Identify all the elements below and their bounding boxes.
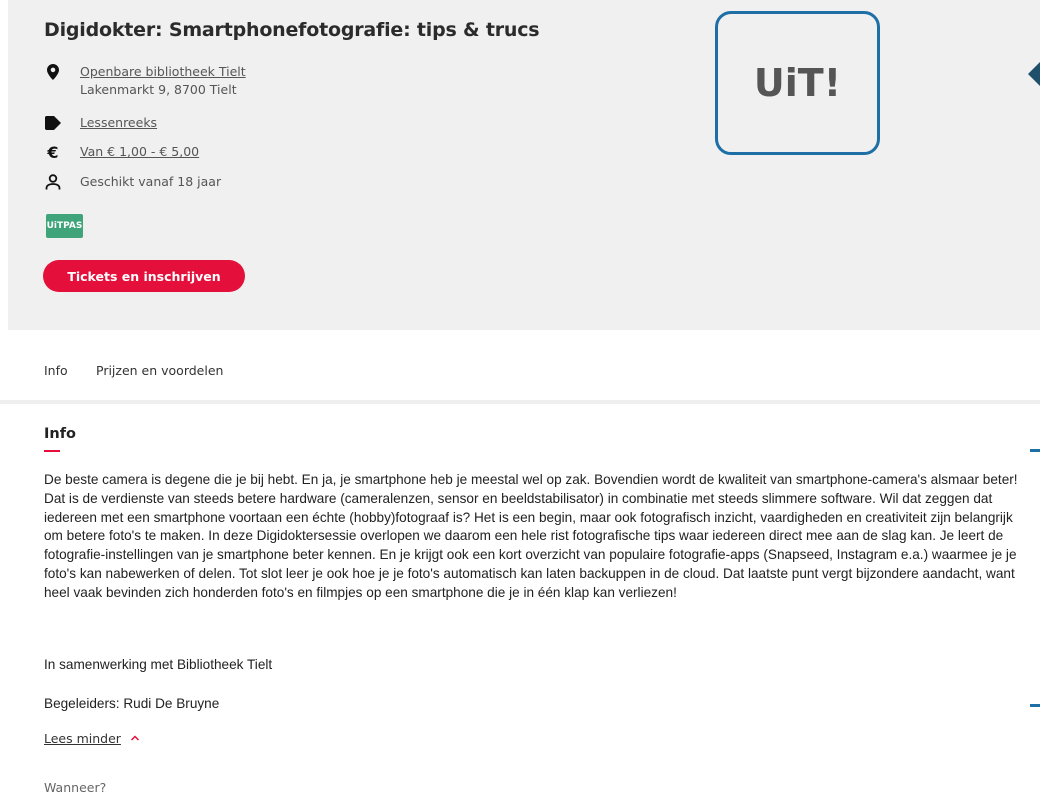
tab-prijzen[interactable]: Prijzen en voordelen: [96, 363, 223, 378]
info-heading: Info: [44, 426, 76, 442]
price-link[interactable]: Van € 1,00 - € 5,00: [80, 143, 199, 161]
location-address: Lakenmarkt 9, 8700 Tielt: [80, 82, 237, 97]
location-row: Openbare bibliotheek Tielt Lakenmarkt 9,…: [44, 63, 246, 99]
info-description: De beste camera is degene die je bij heb…: [44, 472, 1018, 600]
category-link[interactable]: Lessenreeks: [80, 114, 157, 132]
arrow-left-icon[interactable]: [1026, 62, 1040, 86]
read-less-link[interactable]: Lees minder: [44, 731, 121, 746]
price-row: € Van € 1,00 - € 5,00: [44, 142, 199, 162]
tab-bar: Info Prijzen en voordelen: [0, 330, 1040, 404]
info-partner: In samenwerking met Bibliotheek Tielt: [44, 657, 273, 672]
uitpas-badge: UiTPAS: [46, 214, 83, 238]
event-header: Digidokter: Smartphonefotografie: tips &…: [8, 0, 1040, 330]
tag-icon: [44, 114, 62, 132]
location-link[interactable]: Openbare bibliotheek Tielt: [80, 63, 246, 81]
uit-logo: UiT!: [715, 11, 880, 155]
scroll-marker: [1030, 449, 1040, 452]
age-text: Geschikt vanaf 18 jaar: [80, 174, 222, 189]
tab-info[interactable]: Info: [44, 363, 68, 378]
category-row: Lessenreeks: [44, 114, 157, 132]
tickets-button[interactable]: Tickets en inschrijven: [43, 260, 245, 292]
scroll-marker: [1030, 704, 1040, 707]
map-pin-icon: [44, 63, 62, 81]
when-label: Wanneer?: [44, 780, 107, 795]
event-title: Digidokter: Smartphonefotografie: tips &…: [44, 19, 540, 41]
heading-underline: [44, 450, 60, 452]
age-row: Geschikt vanaf 18 jaar: [44, 173, 221, 191]
person-icon: [44, 173, 62, 191]
info-guides: Begeleiders: Rudi De Bruyne: [44, 696, 220, 711]
chevron-up-icon[interactable]: [130, 733, 140, 743]
euro-icon: €: [47, 142, 59, 162]
